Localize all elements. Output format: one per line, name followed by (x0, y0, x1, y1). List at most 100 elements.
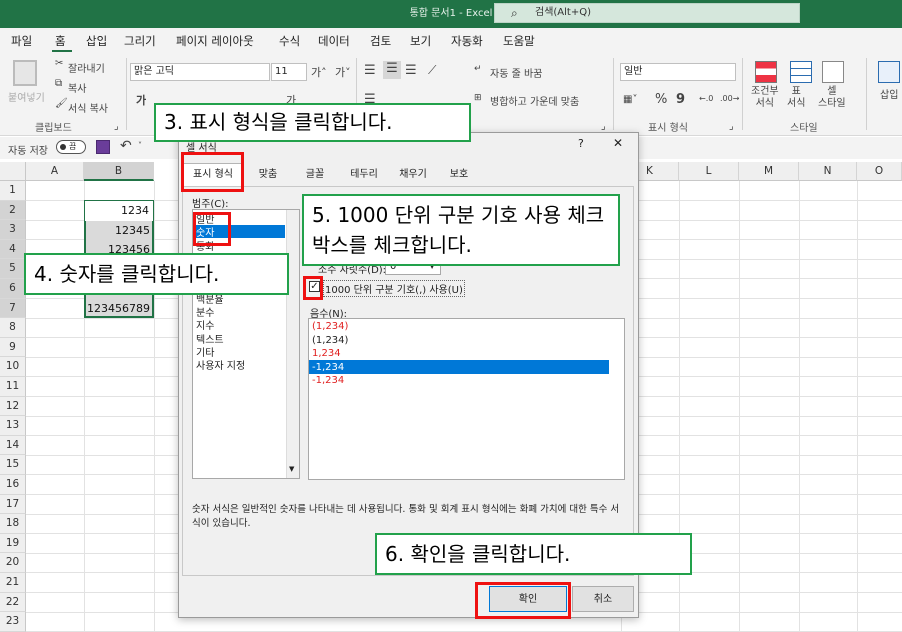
decrease-decimal-icon[interactable]: .00→ (720, 94, 739, 103)
row-header[interactable]: 7 (0, 298, 26, 319)
menu-file[interactable]: 파일 (11, 33, 32, 49)
merge-center-button[interactable]: 병합하고 가운데 맞춤 (490, 93, 579, 108)
menu-data[interactable]: 데이터 (318, 33, 350, 49)
category-item[interactable]: 사용자 지정 (196, 357, 245, 372)
orientation-icon[interactable]: ⟋ (428, 63, 436, 78)
thousand-separator-label[interactable]: 1000 단위 구분 기호(,) 사용(U) (323, 280, 465, 297)
undo-dropdown-icon[interactable]: ˅ (138, 141, 142, 150)
format-table-button[interactable]: 표 서식 (787, 86, 805, 110)
increase-decimal-icon[interactable]: ←.0 (699, 94, 713, 103)
format-painter-button[interactable]: 서식 복사 (68, 100, 108, 115)
row-header[interactable]: 13 (0, 416, 26, 436)
menu-automate[interactable]: 자동화 (451, 33, 483, 49)
tab-border[interactable]: 테두리 (340, 164, 388, 185)
row-header[interactable]: 6 (0, 279, 26, 299)
tab-alignment[interactable]: 맞춤 (246, 164, 290, 185)
cut-button[interactable]: 잘라내기 (68, 60, 105, 75)
negative-format-item[interactable]: -1,234 (312, 375, 344, 386)
autosave-toggle[interactable]: 끔 (56, 140, 86, 154)
menu-insert[interactable]: 삽입 (86, 33, 107, 49)
align-top-icon[interactable]: ☰ (364, 63, 376, 78)
grow-font-icon[interactable]: 가˄ (311, 64, 327, 80)
column-header-l[interactable]: L (679, 162, 739, 181)
row-header[interactable]: 18 (0, 514, 26, 534)
negative-numbers-list[interactable] (308, 318, 625, 480)
row-header[interactable]: 4 (0, 239, 26, 260)
align-bottom-icon[interactable]: ☰ (405, 63, 417, 78)
column-header-b[interactable]: B (84, 162, 154, 181)
row-header[interactable]: 3 (0, 220, 26, 240)
paste-icon[interactable] (13, 60, 37, 86)
search-box[interactable]: ⌕ 검색(Alt+Q) (494, 3, 800, 23)
comma-style-icon[interactable]: 9 (676, 92, 685, 107)
column-header-o[interactable]: O (857, 162, 902, 181)
row-header[interactable]: 23 (0, 612, 26, 632)
row-header[interactable]: 16 (0, 475, 26, 495)
insert-cells-icon[interactable] (878, 61, 900, 83)
format-table-icon[interactable] (790, 61, 812, 83)
row-header[interactable]: 15 (0, 455, 26, 475)
bold-icon[interactable]: 가 (136, 92, 146, 108)
dialog-launcher-icon[interactable]: ⌟ (729, 121, 734, 132)
row-header[interactable]: 19 (0, 533, 26, 554)
category-scrollbar[interactable] (286, 210, 299, 478)
menu-home[interactable]: 홈 (55, 33, 66, 49)
dialog-launcher-icon[interactable]: ⌟ (114, 121, 119, 132)
row-header[interactable]: 22 (0, 592, 26, 613)
number-format-combo[interactable]: 일반 (620, 63, 736, 81)
row-header[interactable]: 11 (0, 377, 26, 397)
column-header-a[interactable]: A (26, 162, 84, 181)
menu-page-layout[interactable]: 페이지 레이아웃 (176, 33, 254, 49)
row-header[interactable]: 14 (0, 435, 26, 456)
percent-icon[interactable]: % (655, 92, 667, 107)
row-header[interactable]: 12 (0, 396, 26, 417)
negative-format-item[interactable]: -1,234 (312, 362, 344, 373)
row-header[interactable]: 21 (0, 573, 26, 593)
column-header-n[interactable]: N (799, 162, 857, 181)
conditional-format-icon[interactable] (755, 61, 777, 83)
cell-style-button[interactable]: 셀 스타일 (818, 86, 846, 110)
insert-cells-button[interactable]: 삽입 (880, 86, 898, 101)
accounting-icon[interactable]: ▦˅ (623, 94, 637, 105)
undo-icon[interactable]: ↶ (120, 138, 132, 154)
close-icon[interactable]: ✕ (613, 136, 623, 150)
menu-draw[interactable]: 그리기 (124, 33, 156, 49)
negative-format-item[interactable]: 1,234 (312, 348, 341, 359)
cell-b7[interactable]: 123456789 (84, 299, 154, 319)
help-icon[interactable]: ? (578, 137, 584, 150)
save-icon[interactable] (96, 140, 110, 154)
row-header[interactable]: 9 (0, 337, 26, 358)
negative-format-item[interactable]: (1,234) (312, 321, 348, 332)
row-header[interactable]: 2 (0, 200, 26, 221)
cell-b3[interactable]: 12345 (84, 221, 154, 241)
row-header[interactable]: 5 (0, 259, 26, 279)
cell-style-icon[interactable] (822, 61, 844, 83)
menu-formulas[interactable]: 수식 (279, 33, 300, 49)
tab-protection[interactable]: 보호 (438, 164, 480, 185)
wrap-text-button[interactable]: 자동 줄 바꿈 (490, 65, 542, 80)
row-header[interactable]: 8 (0, 318, 26, 338)
tab-fill[interactable]: 채우기 (390, 164, 436, 185)
column-header-m[interactable]: M (739, 162, 799, 181)
paste-label[interactable]: 붙여넣기 (8, 89, 45, 104)
conditional-format-button[interactable]: 조건부 서식 (751, 86, 779, 110)
menu-view[interactable]: 보기 (410, 33, 431, 49)
menu-help[interactable]: 도움말 (503, 33, 535, 49)
font-size-combo[interactable]: 11 (271, 63, 307, 81)
dialog-launcher-icon[interactable]: ⌟ (601, 121, 606, 132)
negative-format-item[interactable]: (1,234) (312, 335, 348, 346)
align-middle-icon[interactable]: ☰ (383, 61, 401, 79)
copy-button[interactable]: 복사 (68, 80, 86, 95)
tab-font[interactable]: 글꼴 (292, 164, 338, 185)
select-all-corner[interactable] (0, 162, 26, 181)
row-header[interactable]: 1 (0, 181, 26, 201)
row-header[interactable]: 17 (0, 494, 26, 515)
scroll-down-icon[interactable]: ▼ (289, 465, 294, 473)
row-header[interactable]: 10 (0, 357, 26, 377)
shrink-font-icon[interactable]: 가˅ (335, 64, 351, 80)
cell-b2[interactable]: 1234 (85, 201, 153, 221)
row-header[interactable]: 20 (0, 553, 26, 573)
menu-review[interactable]: 검토 (370, 33, 391, 49)
font-name-combo[interactable]: 맑은 고딕 (130, 63, 270, 81)
cancel-button[interactable]: 취소 (572, 586, 634, 612)
